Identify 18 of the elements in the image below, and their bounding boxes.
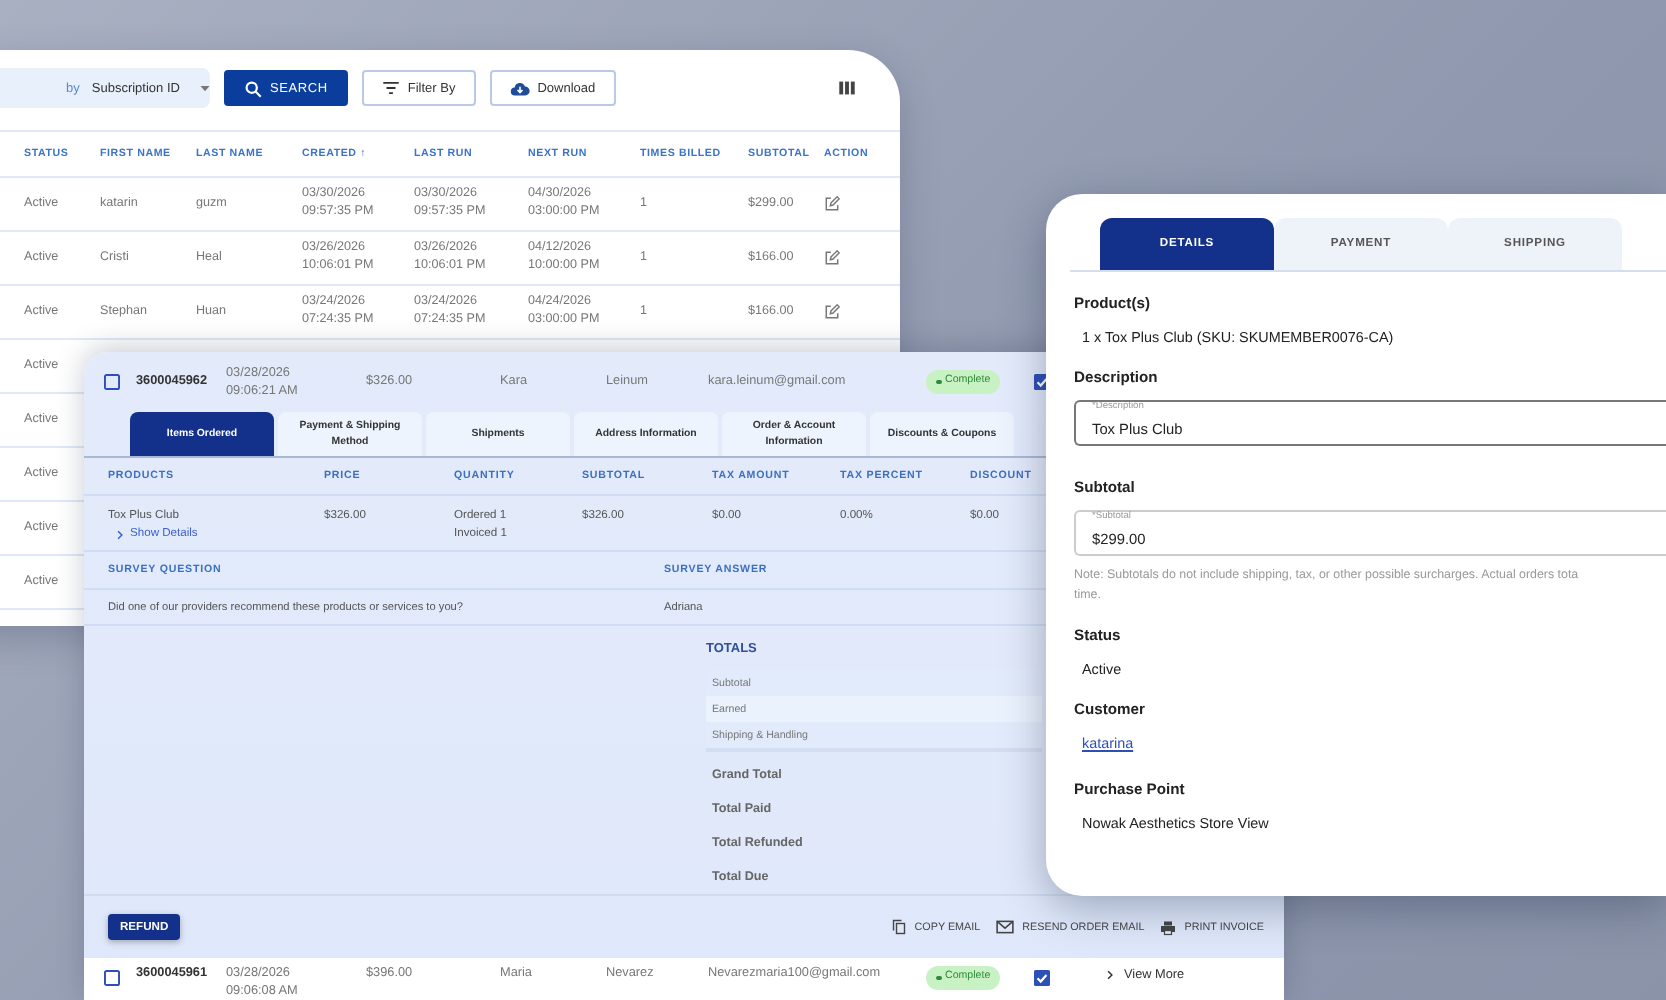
checkbox[interactable] bbox=[104, 970, 120, 986]
edit-icon[interactable] bbox=[824, 196, 840, 212]
chevron-icon bbox=[116, 529, 124, 540]
copy-icon bbox=[892, 918, 907, 936]
printer-icon bbox=[1160, 919, 1177, 935]
columns-icon[interactable] bbox=[838, 80, 856, 96]
status-dot-icon bbox=[936, 379, 941, 385]
filter-icon bbox=[381, 80, 400, 96]
edit-icon[interactable] bbox=[824, 250, 840, 266]
caret-icon bbox=[199, 85, 210, 91]
cloud-download-icon bbox=[509, 80, 530, 96]
status-dot-icon bbox=[936, 975, 941, 981]
checkbox[interactable] bbox=[1034, 970, 1050, 986]
mail-icon bbox=[996, 920, 1015, 934]
checkbox[interactable] bbox=[104, 374, 120, 390]
chevron-icon bbox=[1106, 970, 1114, 981]
search-icon bbox=[244, 79, 262, 97]
edit-icon[interactable] bbox=[824, 304, 840, 320]
